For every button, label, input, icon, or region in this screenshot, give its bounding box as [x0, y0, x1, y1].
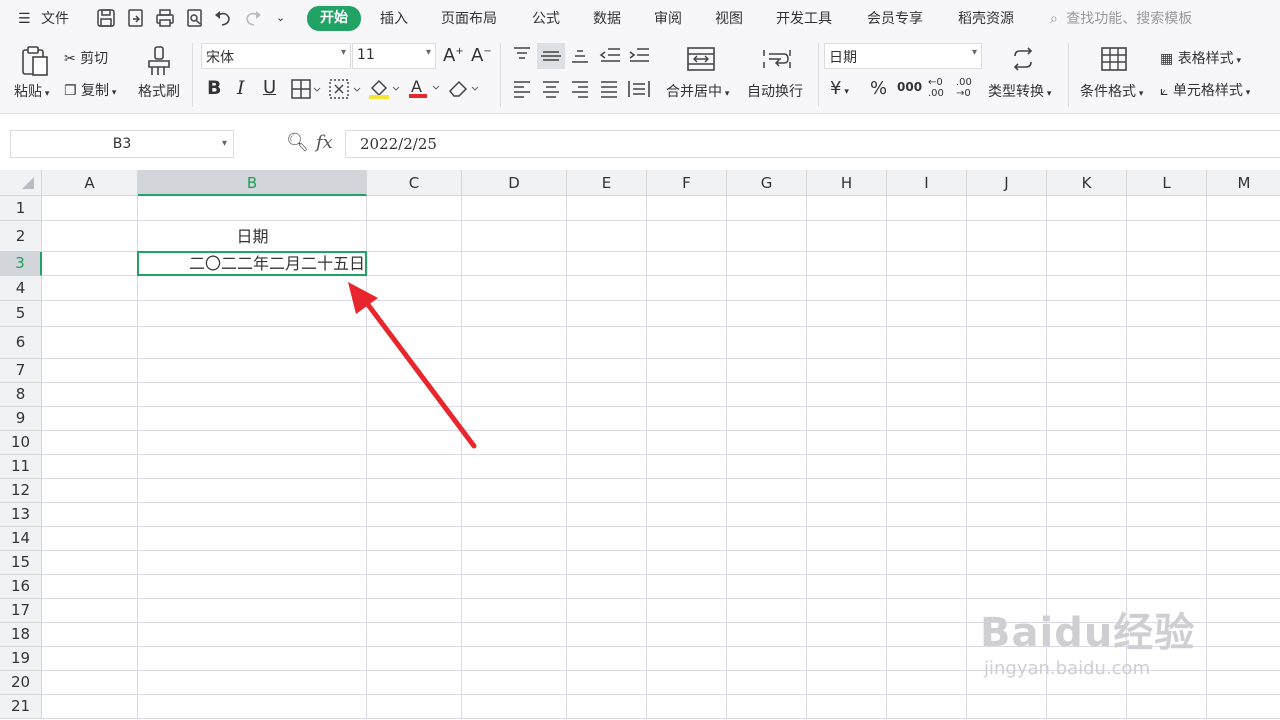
baidu-watermark: Baidu经验 jingyan.baidu.com	[980, 600, 1195, 679]
watermark-url: jingyan.baidu.com	[984, 658, 1151, 679]
watermark-brand: Baidu经验	[980, 610, 1196, 656]
